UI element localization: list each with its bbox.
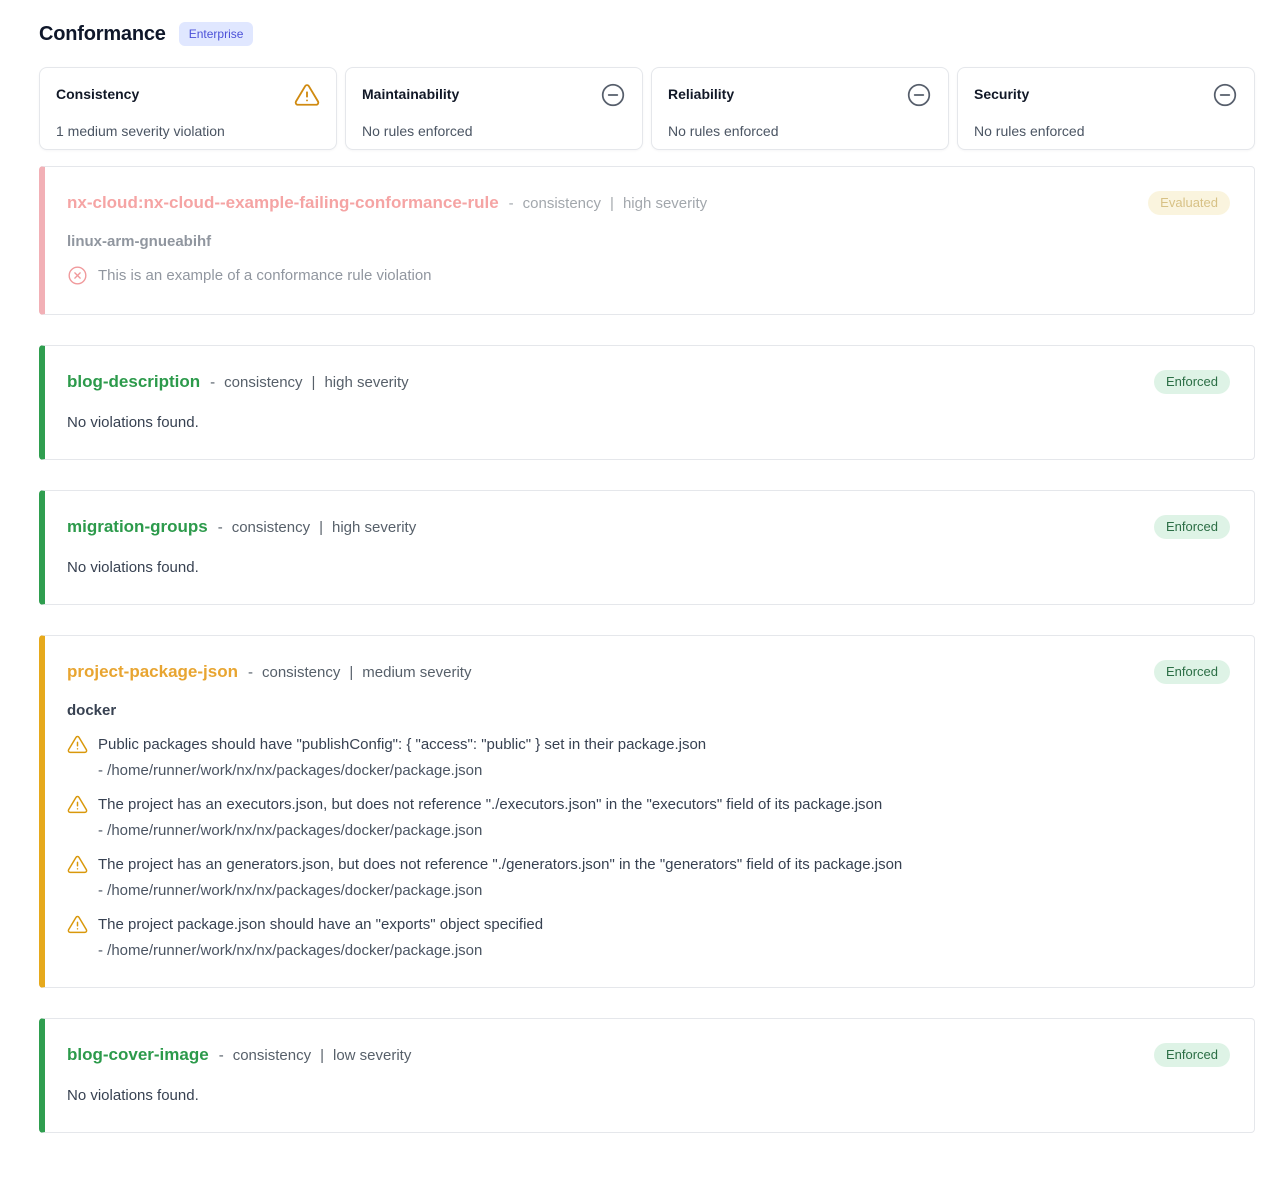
- rule-meta: - consistency | high severity: [509, 195, 708, 212]
- rule-meta: - consistency | low severity: [219, 1047, 412, 1064]
- violation-message: This is an example of a conformance rule…: [98, 267, 432, 284]
- warning-triangle-icon: [67, 734, 88, 755]
- pipe-separator: |: [610, 195, 614, 212]
- dash-separator: -: [248, 664, 253, 681]
- violation-path: - /home/runner/work/nx/nx/packages/docke…: [67, 822, 1230, 839]
- rule-meta: - consistency | medium severity: [248, 664, 471, 681]
- rule-title-link[interactable]: nx-cloud:nx-cloud--example-failing-confo…: [67, 193, 499, 213]
- rule-severity: high severity: [332, 519, 416, 536]
- rule-card-blog-cover-image: blog-cover-image - consistency | low sev…: [39, 1018, 1255, 1133]
- category-card-maintainability: Maintainability No rules enforced: [345, 67, 643, 150]
- pipe-separator: |: [349, 664, 353, 681]
- violation-message: The project has an executors.json, but d…: [98, 796, 882, 813]
- category-card-header: Security: [974, 82, 1238, 108]
- minus-circle-icon: [1212, 82, 1238, 108]
- dash-separator: -: [509, 195, 514, 212]
- rule-title-link[interactable]: project-package-json: [67, 662, 238, 682]
- violation-item: The project has an generators.json, but …: [67, 854, 1230, 899]
- rule-result-text: No violations found.: [67, 1087, 1230, 1104]
- rule-result-text: No violations found.: [67, 559, 1230, 576]
- category-card-header: Consistency: [56, 82, 320, 108]
- minus-circle-icon: [906, 82, 932, 108]
- violation-message: The project has an generators.json, but …: [98, 856, 902, 873]
- violation-message: The project package.json should have an …: [98, 916, 543, 933]
- status-badge-enforced: Enforced: [1154, 515, 1230, 539]
- pipe-separator: |: [319, 519, 323, 536]
- violation-path: - /home/runner/work/nx/nx/packages/docke…: [67, 942, 1230, 959]
- rule-severity: high severity: [324, 374, 408, 391]
- page-header: Conformance Enterprise: [39, 22, 1255, 46]
- enterprise-badge: Enterprise: [179, 22, 254, 46]
- dash-separator: -: [218, 519, 223, 536]
- category-card-header: Reliability: [668, 82, 932, 108]
- dash-separator: -: [210, 374, 215, 391]
- rule-category: consistency: [233, 1047, 311, 1064]
- category-card-security: Security No rules enforced: [957, 67, 1255, 150]
- rule-card-blog-description: blog-description - consistency | high se…: [39, 345, 1255, 460]
- project-name: linux-arm-gnueabihf: [67, 233, 1230, 250]
- rule-header: blog-cover-image - consistency | low sev…: [67, 1043, 1230, 1067]
- warning-triangle-icon: [67, 854, 88, 875]
- violation-item: The project has an executors.json, but d…: [67, 794, 1230, 839]
- minus-circle-icon: [600, 82, 626, 108]
- rule-severity: medium severity: [362, 664, 471, 681]
- conformance-page: Conformance Enterprise Consistency 1 med…: [0, 0, 1287, 1203]
- rule-meta: - consistency | high severity: [210, 374, 409, 391]
- rule-result-text: No violations found.: [67, 414, 1230, 431]
- violation-path: - /home/runner/work/nx/nx/packages/docke…: [67, 762, 1230, 779]
- violation-message: Public packages should have "publishConf…: [98, 736, 706, 753]
- status-badge-enforced: Enforced: [1154, 370, 1230, 394]
- warning-triangle-icon: [67, 914, 88, 935]
- status-badge-enforced: Enforced: [1154, 1043, 1230, 1067]
- category-status: 1 medium severity violation: [56, 123, 320, 139]
- rule-severity: low severity: [333, 1047, 411, 1064]
- pipe-separator: |: [320, 1047, 324, 1064]
- status-badge-enforced: Enforced: [1154, 660, 1230, 684]
- dash-separator: -: [219, 1047, 224, 1064]
- rule-header: blog-description - consistency | high se…: [67, 370, 1230, 394]
- rule-meta: - consistency | high severity: [218, 519, 417, 536]
- category-status: No rules enforced: [362, 123, 626, 139]
- category-name: Security: [974, 82, 1029, 102]
- x-circle-icon: [67, 265, 88, 286]
- rule-severity: high severity: [623, 195, 707, 212]
- rule-title-link[interactable]: blog-cover-image: [67, 1045, 209, 1065]
- rule-header: migration-groups - consistency | high se…: [67, 515, 1230, 539]
- category-name: Maintainability: [362, 82, 459, 102]
- rule-header: project-package-json - consistency | med…: [67, 660, 1230, 684]
- rule-header: nx-cloud:nx-cloud--example-failing-confo…: [67, 191, 1230, 215]
- category-name: Consistency: [56, 82, 139, 102]
- violation-path: - /home/runner/work/nx/nx/packages/docke…: [67, 882, 1230, 899]
- rule-category: consistency: [523, 195, 601, 212]
- project-name: docker: [67, 702, 1230, 719]
- status-badge-evaluated: Evaluated: [1148, 191, 1230, 215]
- violation-item: This is an example of a conformance rule…: [67, 265, 1230, 286]
- warning-triangle-icon: [294, 82, 320, 108]
- rule-title-link[interactable]: migration-groups: [67, 517, 208, 537]
- rule-category: consistency: [262, 664, 340, 681]
- violation-item: The project package.json should have an …: [67, 914, 1230, 959]
- rule-category: consistency: [224, 374, 302, 391]
- rule-card-project-package-json: project-package-json - consistency | med…: [39, 635, 1255, 988]
- category-summary-grid: Consistency 1 medium severity violation …: [39, 67, 1255, 150]
- rule-title-link[interactable]: blog-description: [67, 372, 200, 392]
- violation-item: Public packages should have "publishConf…: [67, 734, 1230, 779]
- category-card-consistency: Consistency 1 medium severity violation: [39, 67, 337, 150]
- warning-triangle-icon: [67, 794, 88, 815]
- pipe-separator: |: [312, 374, 316, 391]
- category-status: No rules enforced: [974, 123, 1238, 139]
- page-title: Conformance: [39, 23, 166, 46]
- rule-category: consistency: [232, 519, 310, 536]
- category-card-reliability: Reliability No rules enforced: [651, 67, 949, 150]
- rule-card-example-failing-conformance-rule: nx-cloud:nx-cloud--example-failing-confo…: [39, 166, 1255, 315]
- rule-card-migration-groups: migration-groups - consistency | high se…: [39, 490, 1255, 605]
- category-name: Reliability: [668, 82, 734, 102]
- category-status: No rules enforced: [668, 123, 932, 139]
- category-card-header: Maintainability: [362, 82, 626, 108]
